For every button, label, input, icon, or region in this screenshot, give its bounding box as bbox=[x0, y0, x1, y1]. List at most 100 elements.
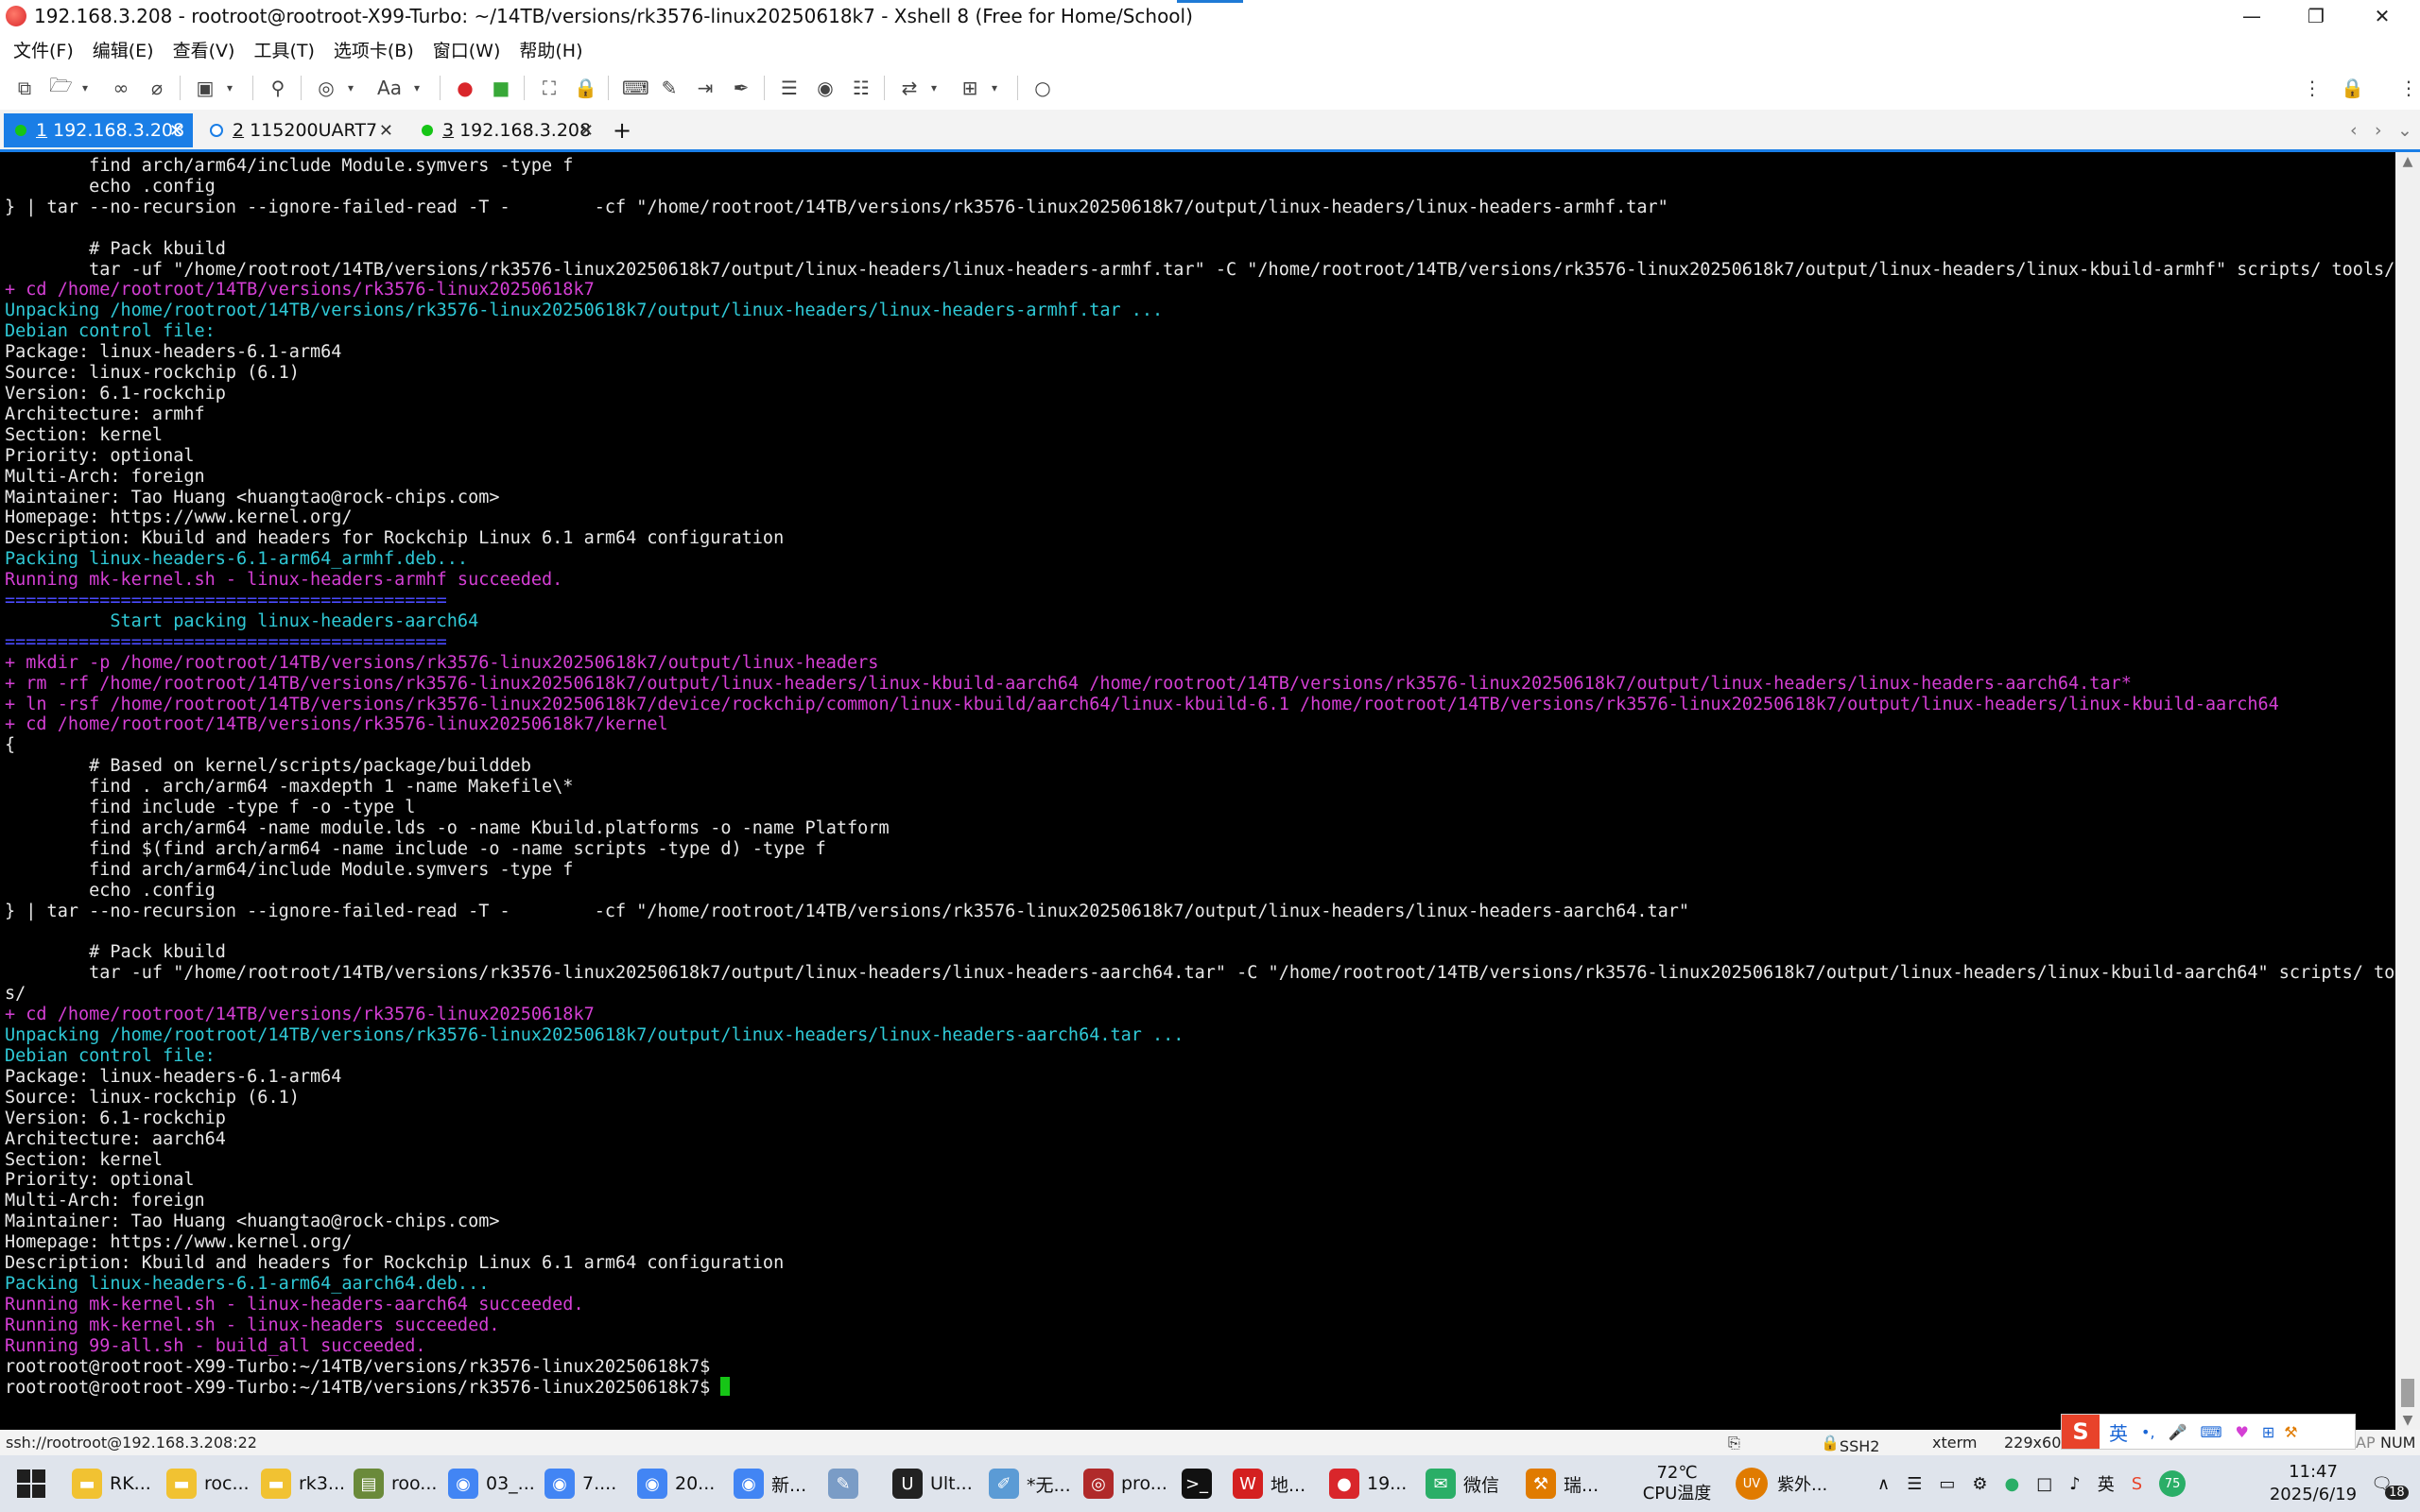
menu-tools[interactable]: 工具(T) bbox=[248, 37, 320, 62]
chevron-down-icon[interactable]: ▾ bbox=[406, 81, 428, 94]
menu-tab[interactable]: 选项卡(B) bbox=[328, 37, 420, 62]
wechat-tray-icon[interactable]: ● bbox=[2004, 1474, 2019, 1494]
font-icon[interactable]: Aa bbox=[375, 77, 404, 99]
xftp-icon[interactable]: ■ bbox=[490, 77, 512, 99]
chevron-down-icon[interactable]: ▾ bbox=[218, 81, 241, 94]
tool-icon: ⚒ bbox=[1526, 1469, 1556, 1499]
menu-view[interactable]: 查看(V) bbox=[167, 37, 241, 62]
menu-edit[interactable]: 编辑(E) bbox=[87, 37, 160, 62]
cpu-temp-widget[interactable]: 72℃ CPU温度 bbox=[1630, 1455, 1724, 1512]
terminal-scrollbar[interactable]: ▲ ▼ bbox=[2395, 152, 2420, 1430]
taskbar-app-button[interactable]: ◉ 7.... bbox=[544, 1463, 616, 1504]
taskbar-app-button[interactable]: ▤ roo... bbox=[354, 1463, 437, 1504]
chevron-down-icon[interactable]: ▾ bbox=[339, 81, 362, 94]
punctuation-icon[interactable]: •, bbox=[2141, 1423, 2155, 1441]
badge-icon[interactable]: 75 bbox=[2159, 1470, 2187, 1497]
start-button[interactable] bbox=[17, 1469, 45, 1498]
sogou-tray-icon[interactable]: S bbox=[2132, 1474, 2142, 1494]
taskbar-app-button[interactable]: ◉ 新... bbox=[734, 1463, 806, 1504]
globe-icon[interactable]: ◎ bbox=[315, 77, 337, 99]
menu-window[interactable]: 窗口(W) bbox=[427, 37, 507, 62]
new-session-icon[interactable]: ⧉ bbox=[13, 77, 36, 99]
taskbar-app-button[interactable]: ✐ *无... bbox=[989, 1463, 1071, 1504]
chevron-down-icon[interactable]: ▾ bbox=[74, 81, 96, 94]
more-options-icon[interactable]: ⋮ bbox=[2397, 77, 2420, 99]
chevron-down-icon[interactable]: ▾ bbox=[983, 81, 1006, 94]
send-icon[interactable]: ⇥ bbox=[694, 77, 717, 99]
taskbar-app-button[interactable]: W 地... bbox=[1233, 1463, 1305, 1504]
keyboard-icon[interactable]: ⌨ bbox=[2200, 1423, 2221, 1441]
padlock-icon[interactable]: 🔒 bbox=[2341, 77, 2364, 99]
minimize-button[interactable]: — bbox=[2220, 0, 2284, 32]
microphone-icon[interactable]: 🎤 bbox=[2169, 1423, 2187, 1441]
close-tab-icon[interactable]: ✕ bbox=[579, 121, 594, 141]
record-icon[interactable]: ◉ bbox=[814, 77, 837, 99]
layout-icon[interactable]: ⊞ bbox=[959, 77, 981, 99]
more-options-icon[interactable]: ⋮ bbox=[2301, 77, 2324, 99]
taskbar-app-button[interactable]: ▬ rk3... bbox=[261, 1463, 345, 1504]
compose-icon[interactable]: ✎ bbox=[658, 77, 681, 99]
menu-file[interactable]: 文件(F) bbox=[8, 37, 79, 62]
restore-button[interactable]: ❐ bbox=[2284, 0, 2348, 32]
battery-icon[interactable]: ▭ bbox=[1939, 1474, 1955, 1494]
lock-icon[interactable]: 🔒 bbox=[574, 77, 597, 99]
taskbar-app-button[interactable]: U Ult... bbox=[892, 1463, 973, 1504]
scroll-down-icon[interactable]: ▼ bbox=[2395, 1413, 2420, 1428]
taskbar-app-button[interactable]: ▬ RK... bbox=[72, 1463, 151, 1504]
open-folder-icon[interactable]: 🗁 bbox=[49, 72, 73, 104]
disconnect-icon[interactable]: ⌀ bbox=[146, 77, 168, 99]
notification-center[interactable]: 🗨 18 bbox=[2363, 1455, 2416, 1512]
search-icon[interactable]: ⚲ bbox=[267, 77, 289, 99]
xshell-icon[interactable]: ● bbox=[454, 77, 476, 99]
chevron-down-icon[interactable]: ▾ bbox=[923, 81, 945, 94]
volume-icon[interactable]: ♪ bbox=[2069, 1474, 2081, 1494]
usb-icon[interactable]: ☰ bbox=[1907, 1474, 1922, 1494]
taskbar-app-button[interactable]: ◎ pro... bbox=[1083, 1463, 1167, 1504]
settings-tray-icon[interactable]: ⚙ bbox=[1972, 1474, 1987, 1494]
tools-icon[interactable]: ⚒ bbox=[2284, 1423, 2297, 1441]
menu-help[interactable]: 帮助(H) bbox=[513, 37, 588, 62]
scroll-up-icon[interactable]: ▲ bbox=[2395, 154, 2420, 169]
clock-date: 2025/6/19 bbox=[2269, 1485, 2358, 1504]
weather-widget[interactable]: UV 紫外... bbox=[1736, 1455, 1827, 1512]
tab-list-icon[interactable]: ⌄ bbox=[2397, 113, 2416, 147]
network-icon[interactable]: □ bbox=[2036, 1474, 2052, 1494]
window-icon[interactable]: ▣ bbox=[194, 77, 216, 99]
close-window-button[interactable]: ✕ bbox=[2350, 0, 2414, 32]
tab-session-3[interactable]: 3 192.168.3.208 ✕ bbox=[408, 113, 603, 147]
close-tab-icon[interactable]: ✕ bbox=[379, 121, 393, 141]
tab-session-2[interactable]: 2 115200UART7 ✕ bbox=[200, 113, 403, 147]
script-icon[interactable]: ✒ bbox=[730, 77, 752, 99]
chevron-up-icon[interactable]: ∧ bbox=[1877, 1474, 1890, 1494]
taskbar-app-button[interactable]: ◉ 20... bbox=[637, 1463, 715, 1504]
ime-language[interactable]: 英 bbox=[2109, 1418, 2128, 1446]
taskbar-app-button[interactable]: ▬ roc... bbox=[166, 1463, 250, 1504]
chat-icon[interactable]: ○ bbox=[1031, 77, 1054, 99]
scrollbar-thumb[interactable] bbox=[2401, 1379, 2414, 1407]
terminal-output[interactable]: find arch/arm64/include Module.symvers -… bbox=[0, 152, 2395, 1430]
skin-icon[interactable]: ♥ bbox=[2236, 1423, 2249, 1441]
taskbar-app-button[interactable]: ⚒ 瑞... bbox=[1526, 1463, 1599, 1504]
reconnect-icon[interactable]: ∞ bbox=[110, 77, 132, 99]
notes-icon[interactable]: ☷ bbox=[850, 77, 873, 99]
taskbar-app-button[interactable]: ◉ 03_... bbox=[448, 1463, 535, 1504]
taskbar-app-button[interactable]: ✉ 微信 bbox=[1426, 1463, 1499, 1504]
clipboard-icon[interactable]: ⎘ bbox=[1728, 1434, 1740, 1452]
wps-icon: W bbox=[1233, 1469, 1263, 1499]
log-icon[interactable]: ☰ bbox=[778, 77, 801, 99]
add-tab-button[interactable]: + bbox=[613, 113, 635, 147]
taskbar-app-button[interactable]: >_ bbox=[1182, 1463, 1219, 1504]
ime-toolbar[interactable]: S 英 •, 🎤 ⌨ ♥ ⊞ ⚒ bbox=[2061, 1414, 2356, 1450]
scroll-tabs-left-icon[interactable]: ‹ bbox=[2350, 113, 2369, 147]
keyboard-icon[interactable]: ⌨ bbox=[622, 77, 649, 99]
close-tab-icon[interactable]: ✕ bbox=[169, 121, 183, 141]
ime-tray-icon[interactable]: 英 bbox=[2098, 1471, 2115, 1496]
apps-grid-icon[interactable]: ⊞ bbox=[2262, 1423, 2274, 1441]
scroll-tabs-right-icon[interactable]: › bbox=[2375, 113, 2394, 147]
transfer-icon[interactable]: ⇄ bbox=[898, 77, 921, 99]
taskbar-app-button[interactable]: ● 19... bbox=[1329, 1463, 1407, 1504]
fullscreen-icon[interactable]: ⛶ bbox=[538, 77, 561, 99]
clock[interactable]: 11:47 2025/6/19 bbox=[2261, 1455, 2365, 1512]
taskbar-app-button[interactable]: ✎ bbox=[828, 1463, 866, 1504]
tab-session-1[interactable]: 1 192.168.3.208 ✕ bbox=[4, 113, 193, 147]
